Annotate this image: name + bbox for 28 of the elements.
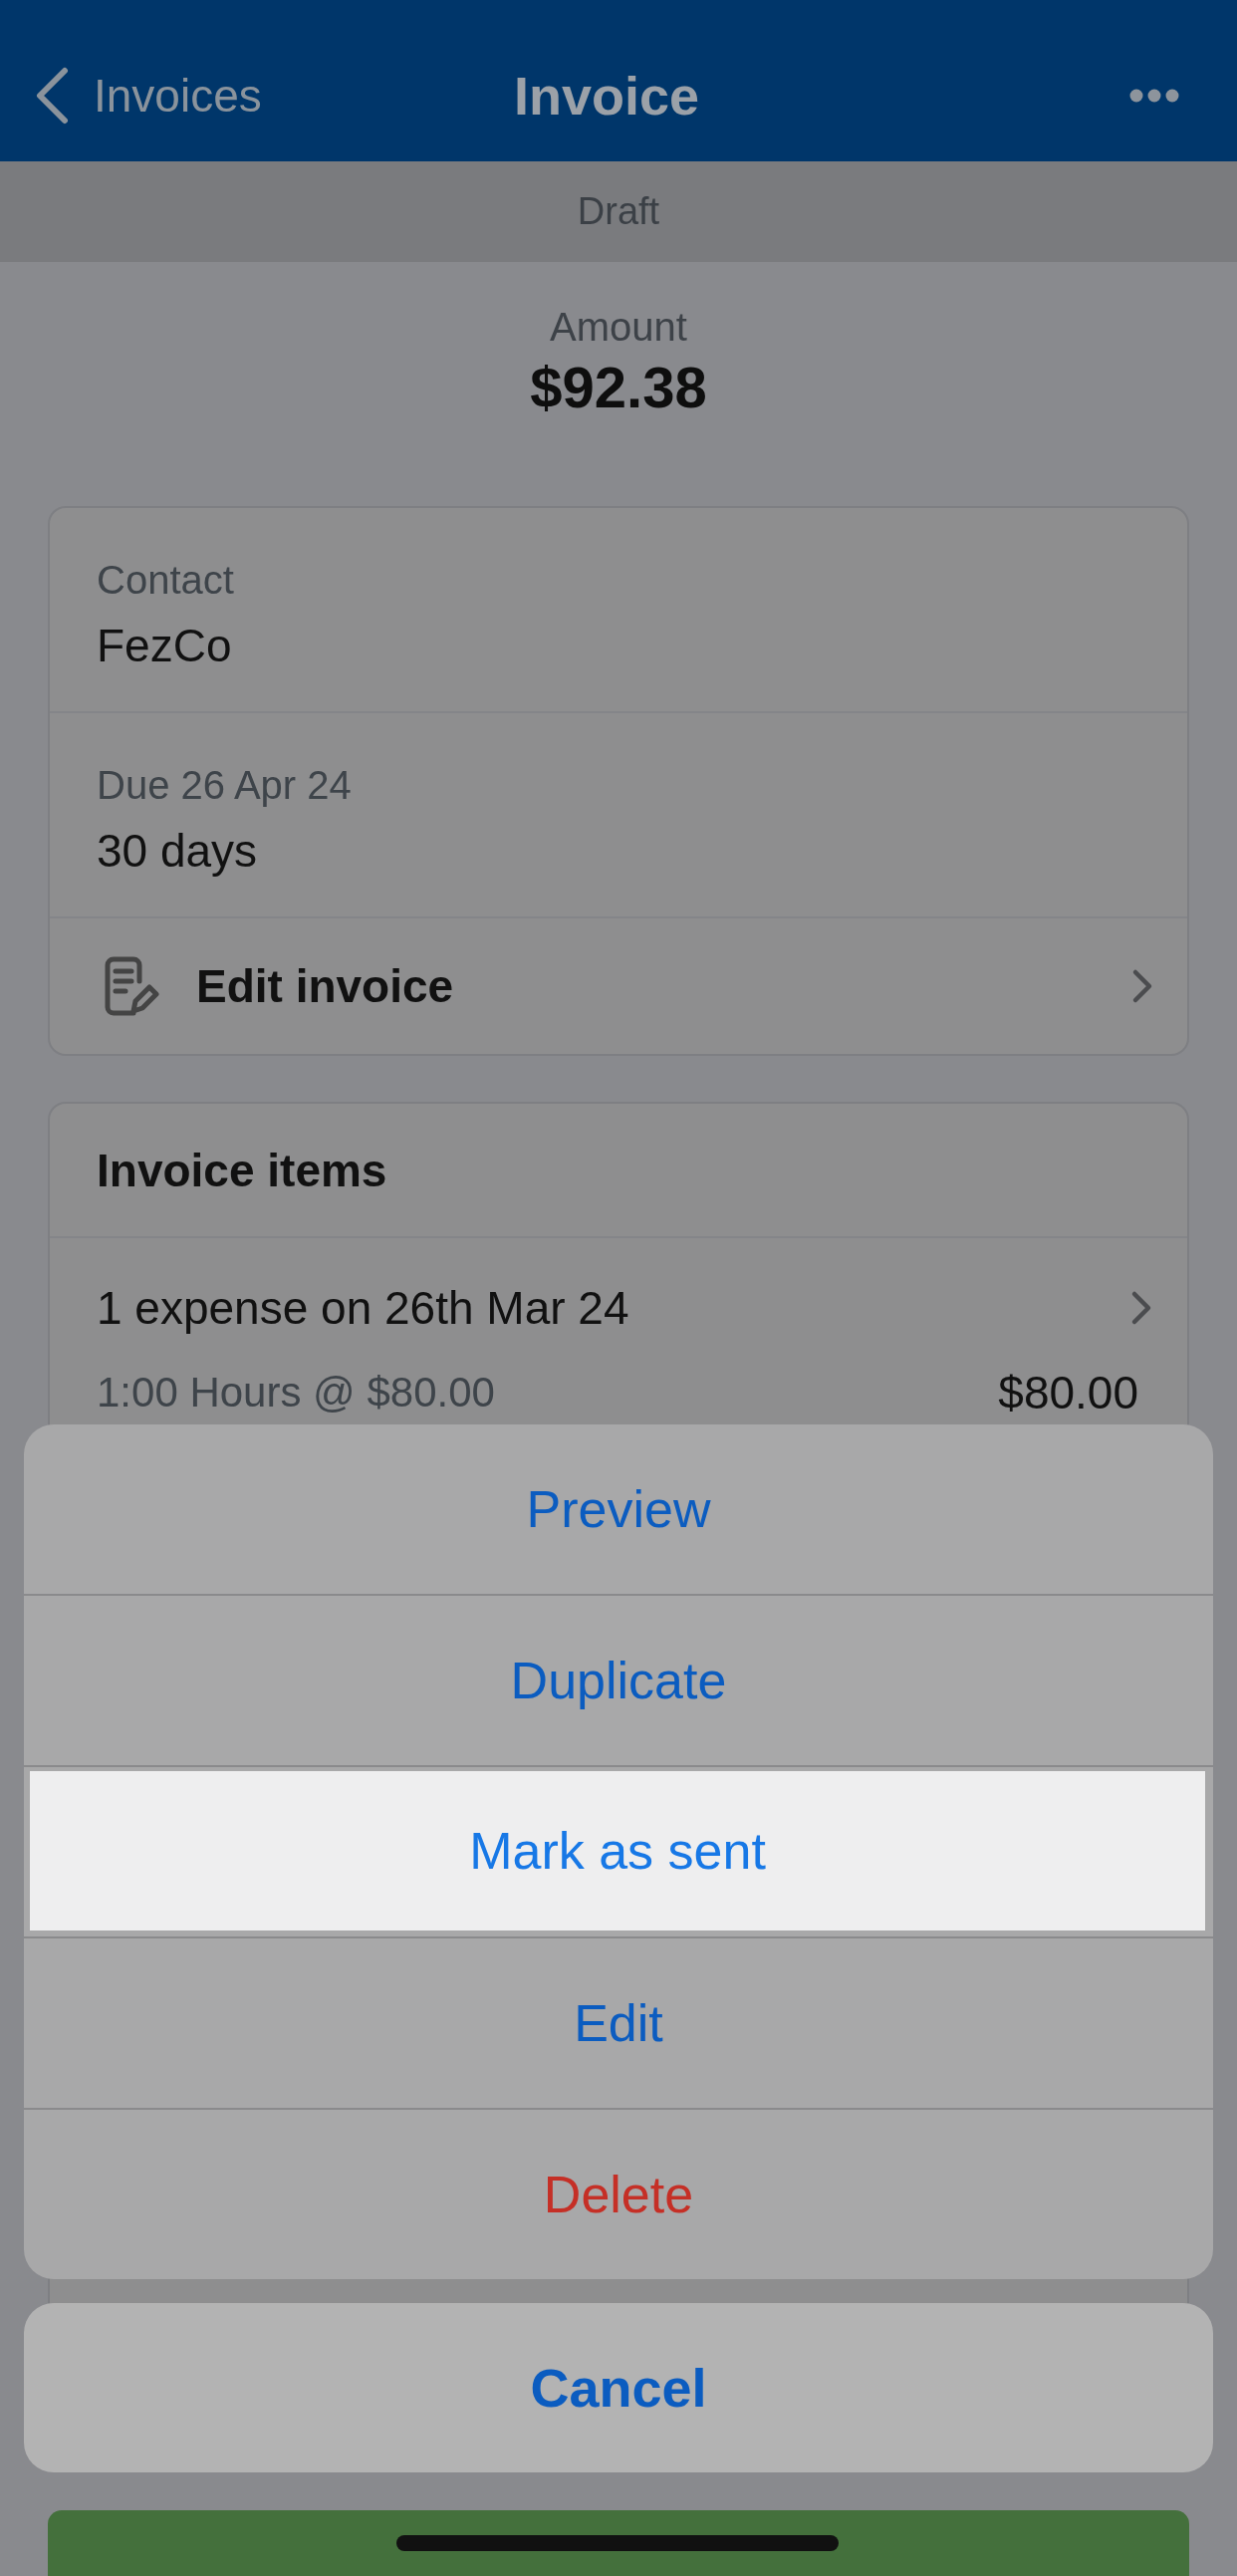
- action-sheet-item[interactable]: Edit: [24, 1938, 1213, 2108]
- invoice-item-row[interactable]: 1 expense on 26th Mar 24 1:00 Hours @ $80.00 $80.00: [50, 1238, 1187, 1417]
- action-sheet-item[interactable]: Duplicate: [24, 1596, 1213, 1765]
- cancel-button[interactable]: Cancel: [24, 2303, 1213, 2472]
- chevron-left-icon: [34, 67, 70, 125]
- field-value: 30 days: [97, 824, 258, 879]
- more-button[interactable]: [1129, 89, 1179, 103]
- field-value: FezCo: [97, 619, 232, 673]
- item-description: 1 expense on 26th Mar 24: [97, 1284, 630, 1332]
- footer-button[interactable]: [48, 2510, 1189, 2576]
- document-edit-icon: [104, 955, 159, 1017]
- more-icon: [1129, 89, 1179, 103]
- amount-label: Amount: [550, 304, 687, 350]
- screen-title: Invoice: [513, 65, 700, 127]
- action-sheet-item[interactable]: Preview: [24, 1424, 1213, 1594]
- chevron-right-icon: [1130, 1290, 1152, 1326]
- status-banner: Draft: [0, 161, 1237, 262]
- item-detail: 1:00 Hours @ $80.00: [97, 1369, 496, 1417]
- chevron-right-icon: [1131, 968, 1153, 1004]
- section-title: Invoice items: [97, 1143, 387, 1197]
- field-label: Due 26 Apr 24: [97, 763, 352, 807]
- field-label: Contact: [97, 558, 234, 602]
- back-button[interactable]: Invoices: [34, 67, 262, 125]
- action-sheet-item[interactable]: Mark as sent: [30, 1771, 1205, 1931]
- edit-invoice-row[interactable]: Edit invoice: [50, 918, 1187, 1054]
- amount-value: $92.38: [530, 356, 707, 419]
- action-sheet-item[interactable]: Delete: [24, 2110, 1213, 2279]
- item-amount: $80.00: [998, 1369, 1138, 1417]
